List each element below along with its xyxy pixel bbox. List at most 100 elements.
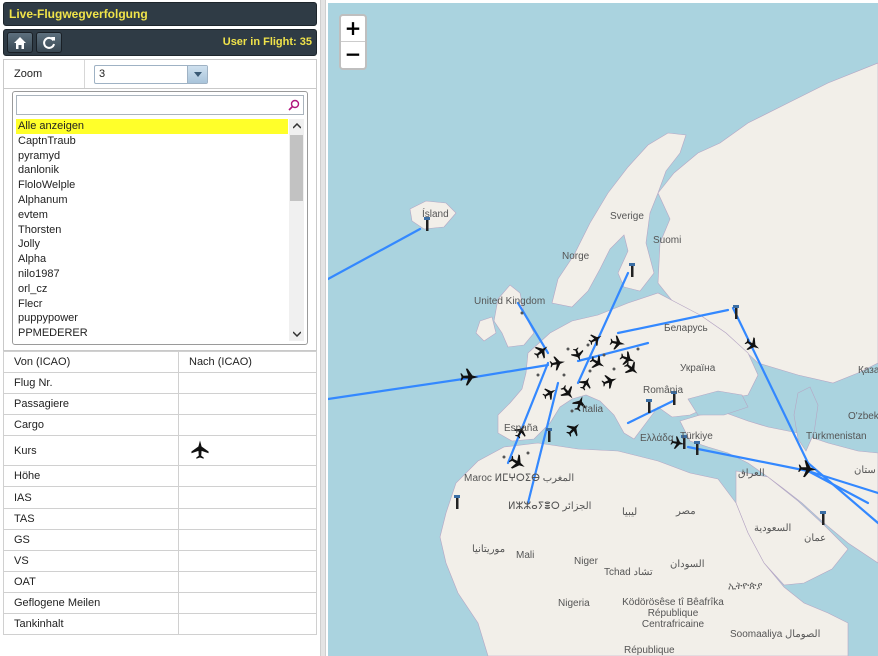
map-label: عمان (804, 533, 827, 544)
pilot-list-item[interactable]: nilo1987 (16, 267, 288, 282)
refresh-icon (43, 36, 55, 49)
scroll-up-icon[interactable] (289, 119, 304, 133)
pilot-list-item[interactable]: Thorsten (16, 223, 288, 238)
map-label: Niger (574, 556, 598, 567)
pilot-search-input[interactable] (17, 96, 303, 114)
row-value (178, 549, 317, 572)
map-label: Беларусь (664, 323, 708, 334)
row-value (178, 393, 317, 416)
map-label: Nigeria (558, 598, 590, 609)
zoom-in-button[interactable]: + (341, 16, 365, 42)
row-value (178, 613, 317, 636)
map-label: O'zbekis (848, 411, 878, 422)
pilot-list-item[interactable]: CaptnTraub (16, 134, 288, 149)
pilot-list-item[interactable]: Alle anzeigen (16, 119, 288, 134)
row-value (178, 528, 317, 551)
dropdown-arrow-icon[interactable] (187, 66, 207, 83)
row-label: IAS (3, 486, 179, 509)
table-row: Kurs (3, 435, 317, 467)
pilot-list-item[interactable]: puppypower (16, 311, 288, 326)
map-label: ⵍⵣⵣⴰⵢⴻⵔ الجزائر (508, 501, 592, 512)
map-label: Mali (516, 550, 535, 561)
row-label: Kurs (3, 435, 179, 467)
row-label: Passagiere (3, 393, 179, 416)
row-label: Tankinhalt (3, 613, 179, 636)
map-label: Suomi (653, 235, 682, 246)
scroll-down-icon[interactable] (289, 327, 304, 341)
plane-heading-icon (191, 440, 209, 460)
row-value (178, 591, 317, 615)
map-zoom-control: + − (339, 14, 367, 70)
map-label: România (643, 385, 684, 396)
zoom-select[interactable]: 3 (94, 65, 208, 84)
home-button[interactable] (7, 32, 33, 53)
pilot-list-item[interactable]: danlonik (16, 163, 288, 178)
pilot-list-item[interactable]: FloloWelple (16, 178, 288, 193)
pilot-list-item[interactable]: PPMEDERER (16, 326, 288, 341)
map-label: Маroc ⵍⵎⵖⵔⵉⴱ المغرب (464, 473, 575, 484)
pilot-list: Alle anzeigen CaptnTraub pyramyd danlonik Fl… (12, 91, 308, 345)
column-header: Nach (ICAO) (178, 350, 317, 374)
map-label: Қаза (858, 365, 878, 376)
refresh-button[interactable] (36, 32, 62, 53)
panel-title: Live-Flugwegverfolgung (3, 2, 317, 26)
table-row: Geflogene Meilen (3, 591, 317, 615)
list-scrollbar[interactable] (289, 119, 304, 341)
map-label: Türkmenistan (806, 431, 867, 442)
map-label: République (624, 645, 675, 656)
map-label: Ködörösêse tî Bêafrîka République Centra… (622, 597, 724, 630)
table-row: Cargo (3, 414, 317, 437)
pilot-list-item[interactable]: Alpha (16, 252, 288, 267)
table-row: TAS (3, 507, 317, 530)
pilot-list-item[interactable]: orl_cz (16, 282, 288, 297)
home-icon (14, 36, 26, 49)
row-label: Geflogene Meilen (3, 591, 179, 615)
table-row: Passagiere (3, 393, 317, 416)
zoom-out-button[interactable]: − (341, 42, 365, 68)
map-label: Ísland (422, 209, 449, 220)
panel-splitter[interactable] (320, 0, 326, 656)
table-row: OAT (3, 570, 317, 593)
pilot-list-item[interactable]: pyramyd (16, 149, 288, 164)
row-value (178, 372, 317, 395)
column-header: Von (ICAO) (3, 350, 179, 374)
map-label: السودان (670, 559, 705, 570)
row-value (178, 486, 317, 509)
table-row: VS (3, 549, 317, 572)
pilot-list-item[interactable]: Alphanum (16, 193, 288, 208)
map-label: Soomaaliya الصومال (730, 629, 821, 640)
map-label: ستان (854, 465, 876, 476)
zoom-value: 3 (99, 68, 106, 80)
land-britain (493, 284, 535, 348)
pilot-list-item[interactable]: Flecr (16, 297, 288, 312)
table-row: Flug Nr. (3, 372, 317, 395)
table-row: Höhe (3, 465, 317, 488)
map-canvas (328, 62, 878, 656)
row-value (178, 465, 317, 488)
table-row: GS (3, 528, 317, 551)
map-label: Norge (562, 251, 590, 262)
map-label: العراق (738, 468, 765, 479)
row-value (178, 507, 317, 530)
map-label: ኢትዮጵያ (728, 581, 763, 592)
map-label: United Kingdom (474, 296, 546, 307)
row-value (178, 570, 317, 593)
scroll-thumb[interactable] (290, 135, 303, 201)
row-label: OAT (3, 570, 179, 593)
map-view[interactable]: + − Ísland Sverige Suomi Norge United Kingdo… (328, 3, 878, 656)
users-in-flight: User in Flight: 35 (222, 36, 312, 48)
control-panel: Live-Flugwegverfolgung User in Flight: 3… (3, 2, 317, 656)
pilot-list-container: Alle anzeigen CaptnTraub pyramyd danlonik Fl… (3, 89, 317, 351)
row-value (178, 414, 317, 437)
pilot-list-item[interactable]: Jolly (16, 237, 288, 252)
zoom-row: Zoom 3 (3, 59, 317, 89)
map-label: España (504, 423, 538, 434)
pilot-list-item[interactable]: evtem (16, 208, 288, 223)
map-label: Italia (582, 404, 604, 415)
row-label: Flug Nr. (3, 372, 179, 395)
map-label: Türkiye (680, 431, 713, 442)
row-label: VS (3, 549, 179, 572)
map-label: ليبيا (622, 507, 638, 518)
land-ireland (475, 316, 497, 342)
row-label: GS (3, 528, 179, 551)
